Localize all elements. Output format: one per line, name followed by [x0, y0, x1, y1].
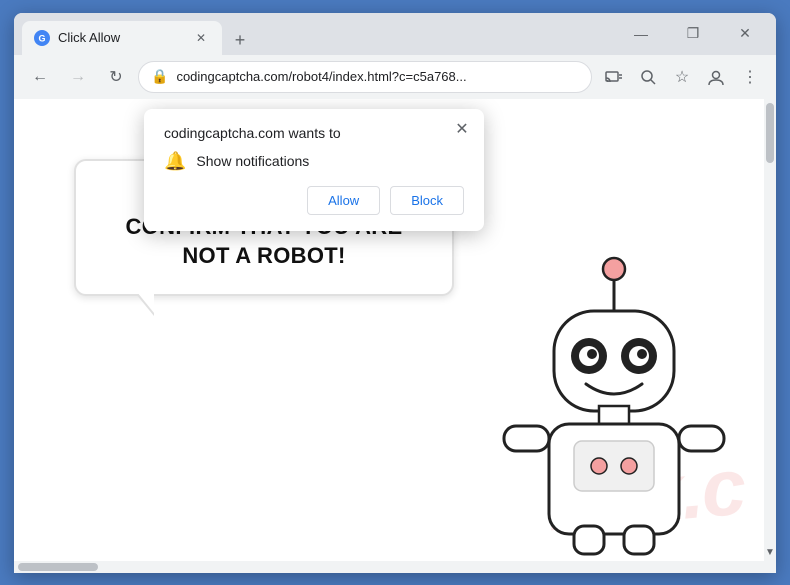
active-tab[interactable]: G Click Allow ✕: [22, 21, 222, 55]
address-bar[interactable]: 🔒 codingcaptcha.com/robot4/index.html?c=…: [138, 61, 592, 93]
tab-favicon: G: [34, 30, 50, 46]
search-button[interactable]: [632, 61, 664, 93]
browser-window: G Click Allow ✕ + — ❐ ✕ ← → ↻ 🔒 codingca…: [14, 13, 776, 573]
robot-image: [494, 256, 734, 561]
tab-close-button[interactable]: ✕: [192, 29, 210, 47]
url-text: codingcaptcha.com/robot4/index.html?c=c5…: [176, 69, 579, 84]
tab-strip: G Click Allow ✕ +: [22, 13, 618, 55]
bookmark-button[interactable]: ☆: [666, 61, 698, 93]
window-controls: — ❐ ✕: [618, 17, 768, 51]
notification-popup: ✕ codingcaptcha.com wants to 🔔 Show noti…: [144, 109, 484, 231]
nav-right-icons: ☆ ⋮: [598, 61, 766, 93]
minimize-button[interactable]: —: [618, 17, 664, 51]
scrollbar-thumb[interactable]: [766, 103, 774, 163]
tab-title: Click Allow: [58, 30, 184, 45]
horizontal-scrollbar[interactable]: [14, 561, 776, 573]
profile-button[interactable]: [700, 61, 732, 93]
popup-buttons: Allow Block: [164, 186, 464, 215]
menu-button[interactable]: ⋮: [734, 61, 766, 93]
scroll-down-button[interactable]: ▼: [764, 545, 776, 561]
allow-button[interactable]: Allow: [307, 186, 380, 215]
forward-button[interactable]: →: [62, 61, 94, 93]
horizontal-scrollbar-thumb[interactable]: [18, 563, 98, 571]
new-tab-button[interactable]: +: [226, 27, 254, 55]
popup-title: codingcaptcha.com wants to: [164, 125, 464, 141]
bell-icon: 🔔: [164, 151, 186, 172]
cast-button[interactable]: [598, 61, 630, 93]
block-button[interactable]: Block: [390, 186, 464, 215]
lock-icon: 🔒: [151, 68, 168, 85]
back-button[interactable]: ←: [24, 61, 56, 93]
navigation-bar: ← → ↻ 🔒 codingcaptcha.com/robot4/index.h…: [14, 55, 776, 99]
title-bar: G Click Allow ✕ + — ❐ ✕: [14, 13, 776, 55]
maximize-button[interactable]: ❐: [670, 17, 716, 51]
notification-text: Show notifications: [196, 153, 309, 169]
notification-row: 🔔 Show notifications: [164, 151, 464, 172]
popup-close-button[interactable]: ✕: [450, 117, 474, 141]
vertical-scrollbar[interactable]: ▲ ▼: [764, 99, 776, 561]
reload-button[interactable]: ↻: [100, 61, 132, 93]
svg-text:G: G: [39, 33, 46, 43]
close-button[interactable]: ✕: [722, 17, 768, 51]
content-wrapper: risk.c CLICK «ALLOW» TO CONFIRM THAT YOU…: [14, 99, 776, 561]
page-content: risk.c CLICK «ALLOW» TO CONFIRM THAT YOU…: [14, 99, 764, 561]
